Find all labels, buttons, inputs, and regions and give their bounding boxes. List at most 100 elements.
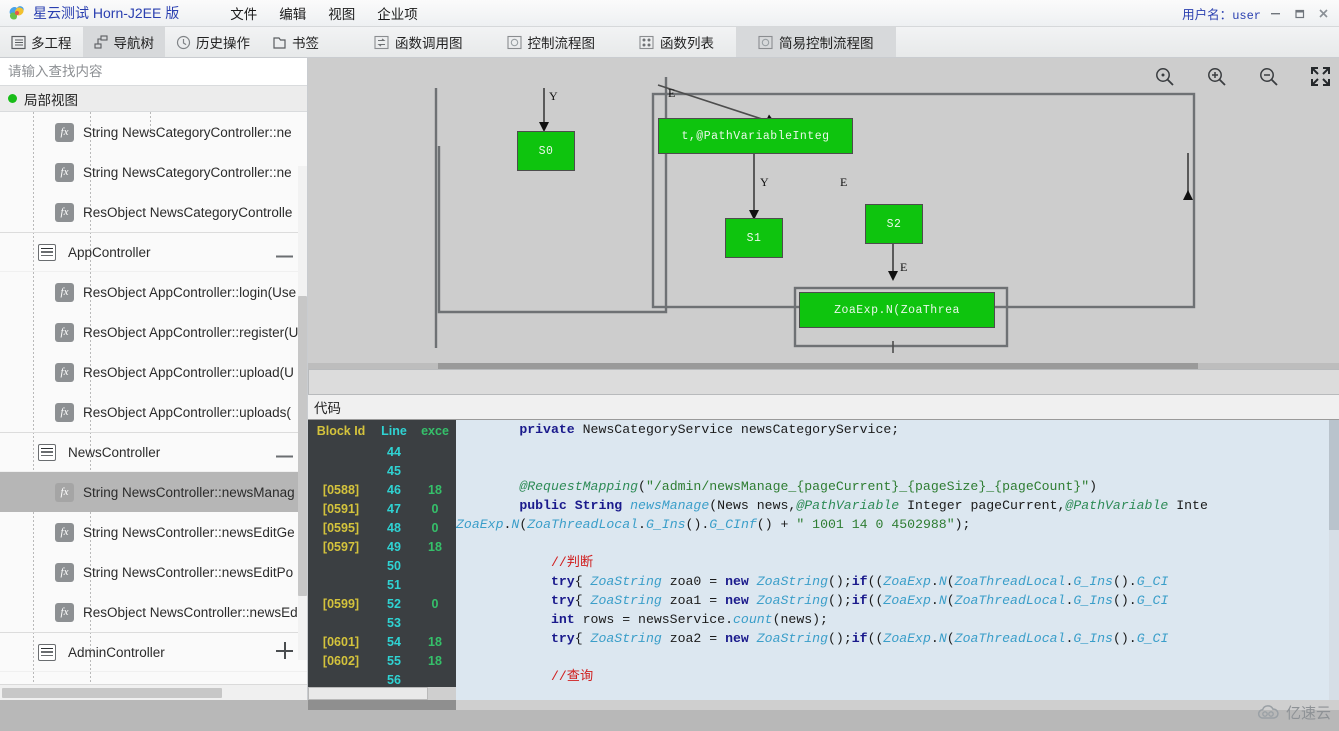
tree-group-app-controller[interactable]: AppController	[0, 232, 307, 272]
menu-edit[interactable]: 编辑	[268, 1, 317, 25]
gutter-row: [0588] 46 18	[308, 480, 456, 499]
gutter-header-exce: exce	[421, 424, 449, 438]
tab-simple-control-flow[interactable]: 简易控制流程图	[736, 27, 896, 57]
flow-node-s2[interactable]: S2	[865, 204, 923, 244]
zoom-out-icon[interactable]	[1255, 63, 1281, 89]
flow-node-s1[interactable]: S1	[725, 218, 783, 258]
sidebar-vertical-scrollbar[interactable]	[298, 166, 307, 660]
menu-bar: 文件 编辑 视图 企业项	[219, 1, 429, 25]
menu-enterprise[interactable]: 企业项	[366, 1, 429, 25]
function-icon: fx	[55, 362, 74, 382]
zoom-actual-icon[interactable]	[1151, 63, 1177, 89]
code-editor[interactable]: private NewsCategoryService newsCategory…	[456, 420, 1339, 700]
sidebar-horizontal-scroll-thumb[interactable]	[2, 688, 222, 698]
list-item[interactable]: fx String NewsCategoryController::ne	[0, 152, 307, 192]
tab-control-flow[interactable]: 控制流程图	[485, 27, 618, 57]
menu-file[interactable]: 文件	[219, 1, 268, 25]
tab-label-function-list: 函数列表	[660, 36, 714, 51]
tab-label-call-graph: 函数调用图	[395, 36, 463, 51]
list-item[interactable]: fx String NewsController::newsEditPo	[0, 552, 307, 592]
gutter-line-number: 53	[387, 615, 401, 630]
gutter-horizontal-scroll-thumb[interactable]	[308, 687, 428, 700]
list-item[interactable]: fx ResObject AppController::uploads(	[0, 392, 307, 432]
expand-toggle-icon[interactable]	[276, 642, 293, 662]
list-item[interactable]: fx ResObject AppController::register(U	[0, 312, 307, 352]
flowchart-graph: S0 t,@PathVariableInteg S1 S2 ZoaExp.N(Z…	[308, 58, 1339, 369]
menu-view[interactable]: 视图	[317, 1, 366, 25]
toolbar-button-history[interactable]: 历史操作	[165, 27, 261, 57]
flow-node-label: t,@PathVariableInteg	[681, 129, 830, 143]
flow-node-entry[interactable]: t,@PathVariableInteg	[658, 118, 853, 154]
navigation-tree[interactable]: fx String NewsCategoryController::ne fx …	[0, 112, 307, 684]
gutter-line-number: 49	[387, 539, 401, 554]
list-item[interactable]: fx ResObject NewsCategoryControlle	[0, 192, 307, 232]
list-item-label: String NewsCategoryController::ne	[83, 124, 292, 140]
gutter-row: 50	[308, 556, 456, 575]
flow-node-zoaexp[interactable]: ZoaExp.N(ZoaThrea	[799, 292, 995, 328]
gutter-exce-count: 18	[428, 653, 442, 668]
tree-group-admin-controller[interactable]: AdminController	[0, 632, 307, 672]
user-label: 用户名：	[1182, 8, 1233, 22]
diagram-horizontal-scroll-thumb[interactable]	[438, 363, 1198, 369]
list-item[interactable]: fx ResObject NewsController::newsEd	[0, 592, 307, 632]
list-item[interactable]: fx String NewsCategoryController::ne	[0, 112, 307, 152]
code-vertical-scroll-thumb[interactable]	[1329, 420, 1339, 530]
flow-node-label: ZoaExp.N(ZoaThrea	[834, 303, 960, 317]
window-controls	[1263, 0, 1335, 27]
gutter-block-id: [0588]	[322, 482, 360, 497]
sidebar-vertical-scroll-thumb[interactable]	[298, 296, 307, 596]
bottom-horizontal-scrollbar[interactable]	[308, 700, 1339, 710]
edge-label-e1: E	[668, 86, 676, 100]
gutter-block-id: [0595]	[322, 520, 360, 535]
list-item-label: ResObject NewsController::newsEd	[83, 604, 298, 620]
code-vertical-scrollbar[interactable]	[1329, 420, 1339, 700]
flowchart-canvas[interactable]: S0 t,@PathVariableInteg S1 S2 ZoaExp.N(Z…	[308, 58, 1339, 369]
flow-node-s0[interactable]: S0	[517, 131, 575, 171]
gutter-header-row: Block Id Line exce	[308, 420, 456, 442]
close-button[interactable]	[1311, 2, 1335, 26]
gutter-line-number: 51	[387, 577, 401, 592]
zoom-in-icon[interactable]	[1203, 63, 1229, 89]
tab-function-list[interactable]: 函数列表	[617, 27, 736, 57]
fullscreen-icon[interactable]	[1307, 63, 1333, 89]
gutter-row: 51	[308, 575, 456, 594]
toolbar-button-navigation-tree[interactable]: 导航树	[82, 27, 165, 57]
diagram-footer-bar	[308, 369, 1339, 395]
minimize-button[interactable]	[1263, 2, 1287, 26]
toolbar-button-multi-project[interactable]: 多工程	[0, 27, 83, 57]
search-box[interactable]	[0, 58, 307, 86]
gutter-exce-count: 18	[428, 539, 442, 554]
list-item[interactable]: fx ResObject AppController::upload(U	[0, 352, 307, 392]
call-graph-icon	[374, 35, 389, 50]
diagram-toolbar	[1151, 63, 1333, 89]
title-bar: 星云测试 Horn-J2EE 版 文件 编辑 视图 企业项 用户名：user	[0, 0, 1339, 27]
toolbar: 多工程 导航树 历史操作 书签 函数调用图 控制流程图 函数列表 简易控制流程图	[0, 27, 1339, 58]
bottom-horizontal-scroll-thumb[interactable]	[308, 700, 456, 710]
list-item[interactable]: fx ResObject AppController::login(Use	[0, 272, 307, 312]
diagram-horizontal-scrollbar[interactable]	[308, 363, 1339, 369]
gutter-row: [0597] 49 18	[308, 537, 456, 556]
tree-group-news-controller[interactable]: NewsController	[0, 432, 307, 472]
function-icon: fx	[55, 522, 74, 542]
function-icon: fx	[55, 282, 74, 302]
gutter-line-number: 52	[387, 596, 401, 611]
list-item-selected[interactable]: fx String NewsController::newsManag	[0, 472, 307, 512]
gutter-block-id: [0597]	[322, 539, 360, 554]
list-item-label: String NewsController::newsEditGe	[83, 524, 295, 540]
code-panel-label: 代码	[308, 395, 1339, 419]
gutter-horizontal-scrollbar[interactable]	[308, 687, 456, 700]
tab-call-graph[interactable]: 函数调用图	[352, 27, 485, 57]
toolbar-button-bookmark[interactable]: 书签	[261, 27, 330, 57]
watermark-text: 亿速云	[1285, 705, 1331, 722]
edge-label-y2: Y	[760, 175, 769, 189]
list-item-label: String NewsController::newsManag	[83, 484, 295, 500]
sidebar-horizontal-scrollbar[interactable]	[0, 684, 307, 700]
gutter-line-number: 55	[387, 653, 401, 668]
list-item-label: String NewsCategoryController::ne	[83, 164, 292, 180]
list-item[interactable]: fx String NewsController::newsEditGe	[0, 512, 307, 552]
collapse-toggle-icon[interactable]	[276, 444, 293, 461]
maximize-button[interactable]	[1287, 2, 1311, 26]
gutter-header-block-id: Block Id	[316, 424, 366, 438]
search-input[interactable]	[6, 63, 301, 80]
collapse-toggle-icon[interactable]	[276, 244, 293, 261]
